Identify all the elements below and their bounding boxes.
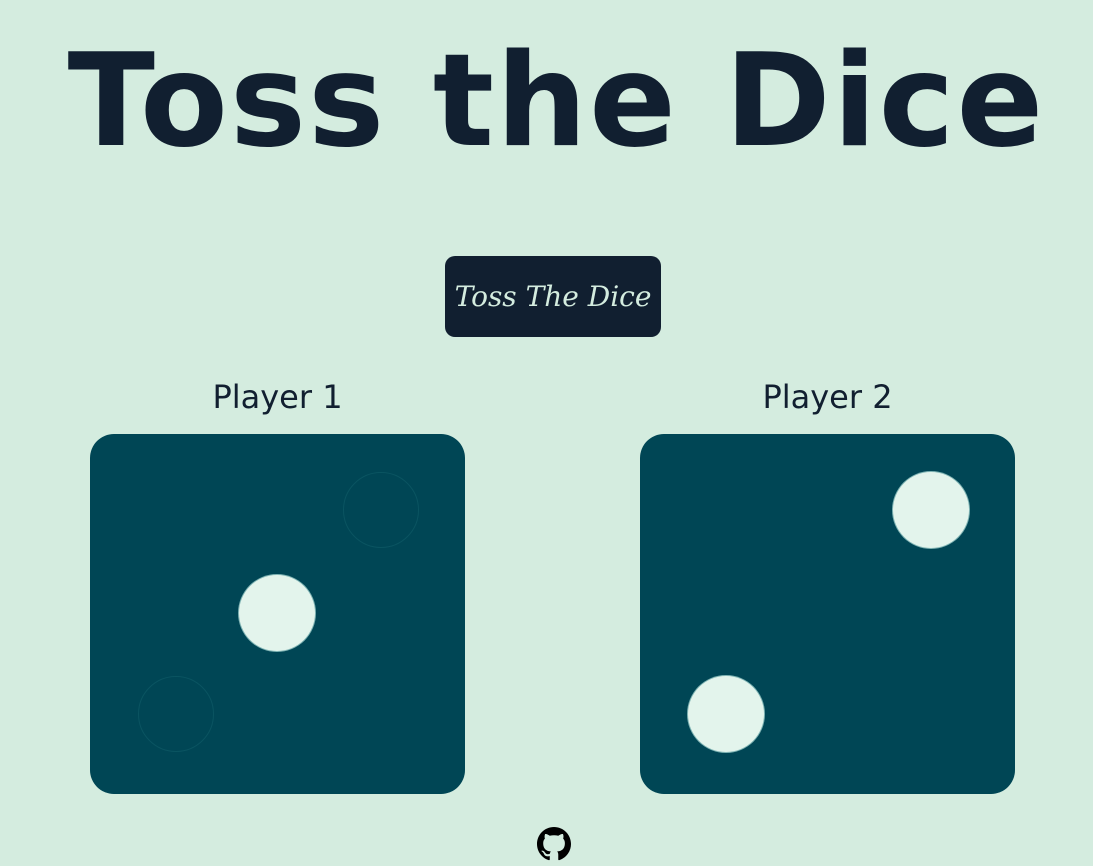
player-2-die	[640, 434, 1015, 794]
github-link[interactable]	[537, 827, 571, 861]
toss-dice-button[interactable]: Toss The Dice	[445, 256, 661, 337]
page: Toss the Dice Toss The Dice Player 1 Pla…	[0, 0, 1093, 866]
die-pip	[688, 676, 764, 752]
github-icon	[537, 827, 571, 861]
die-pip-empty	[343, 472, 419, 548]
player-1-label: Player 1	[212, 378, 343, 416]
player-2-label: Player 2	[762, 378, 893, 416]
player-1-die	[90, 434, 465, 794]
die-pip-empty	[138, 676, 214, 752]
page-title: Toss the Dice	[67, 27, 1046, 176]
die-pip	[893, 472, 969, 548]
